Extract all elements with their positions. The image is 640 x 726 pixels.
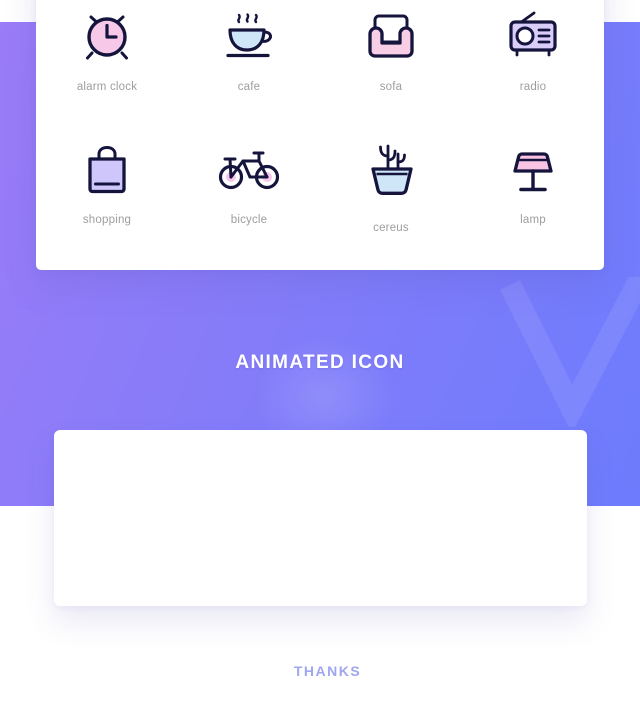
icon-item-cereus[interactable]: cereus [320, 133, 462, 266]
cafe-icon [217, 6, 281, 68]
icon-item-radio[interactable]: radio [462, 0, 604, 133]
cereus-plant-icon [359, 139, 423, 201]
icon-label: lamp [520, 214, 546, 226]
icon-label: cereus [373, 222, 409, 234]
icon-grid: alarm clock cafe sofa radio shopping bic… [36, 0, 604, 266]
bicycle-icon [217, 139, 281, 201]
icon-label: shopping [82, 214, 132, 226]
icon-label: alarm clock [76, 81, 138, 93]
icon-label: sofa [379, 81, 403, 93]
shopping-bag-icon [75, 139, 139, 201]
alarm-clock-icon [75, 6, 139, 68]
radio-icon [501, 6, 565, 68]
thanks-text: THANKS [293, 663, 362, 679]
icon-item-bicycle[interactable]: bicycle [178, 133, 320, 266]
icon-label: bicycle [230, 214, 268, 226]
icon-item-lamp[interactable]: lamp [462, 133, 604, 266]
icon-item-alarm-clock[interactable]: alarm clock [36, 0, 178, 133]
icon-label: cafe [237, 81, 261, 93]
animated-icon-heading: ANIMATED ICON [235, 352, 405, 373]
icon-showcase-card: alarm clock cafe sofa radio shopping bic… [36, 0, 604, 270]
icon-item-sofa[interactable]: sofa [320, 0, 462, 133]
icon-label: radio [519, 81, 547, 93]
page-root: alarm clock cafe sofa radio shopping bic… [0, 0, 640, 726]
icon-item-cafe[interactable]: cafe [178, 0, 320, 133]
animated-icon-stage[interactable] [54, 430, 587, 606]
icon-item-shopping[interactable]: shopping [36, 133, 178, 266]
lamp-icon [501, 139, 565, 201]
sofa-icon [359, 6, 423, 68]
